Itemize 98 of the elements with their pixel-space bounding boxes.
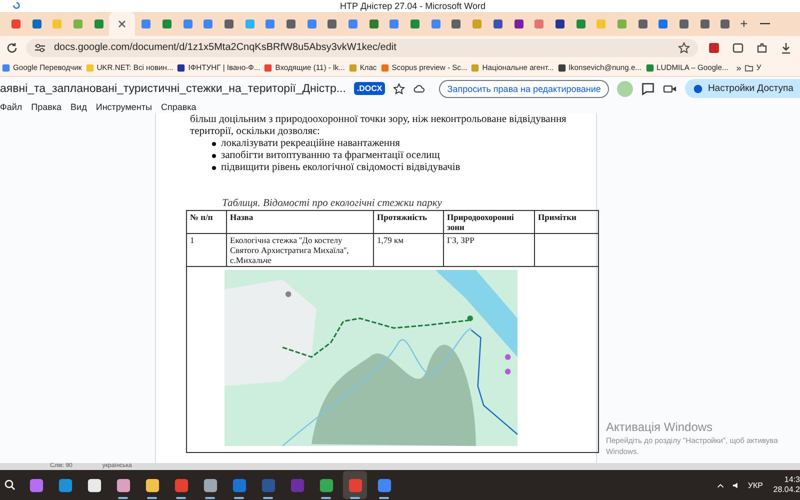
app-icon [348, 478, 362, 493]
favicon-icon [679, 18, 689, 29]
request-edit-button[interactable]: Запросить права на редактирование [439, 80, 609, 98]
favicon-icon [11, 18, 21, 29]
paragraph-line: території, оскільки дозволяє: [189, 126, 321, 138]
table-header-cell: Примітки [534, 210, 598, 234]
app-icon [144, 478, 160, 493]
table-header-cell: Назва [226, 210, 374, 234]
favicon-icon [514, 18, 524, 29]
favicon-icon [94, 18, 104, 29]
favicon-icon [162, 18, 172, 29]
app-icon [116, 478, 130, 493]
comment-icon[interactable] [640, 82, 655, 96]
new-tab-button[interactable]: + [740, 16, 748, 32]
favicon-icon [244, 18, 255, 29]
favicon-icon [327, 18, 338, 29]
app-icon [12, 1, 21, 10]
reload-icon[interactable] [6, 42, 18, 54]
address-field[interactable]: docs.google.com/document/d/1z1x5Mta2CnqKsBRfW8u5Absy3vkW1kec/edit [26, 38, 698, 57]
favicon-icon [596, 18, 606, 29]
table-cell: ГЗ, ЗРР [444, 233, 534, 266]
extension-icon[interactable] [708, 42, 720, 54]
bullet-text: локалізувати рекреаційне навантаження [221, 138, 400, 150]
favicon-icon [576, 18, 586, 29]
app-icon [58, 478, 72, 493]
bullet-text: запобігти витоптуванню та фрагментації оселищ [221, 150, 440, 162]
favicon-icon [700, 18, 710, 29]
bullet-icon [212, 154, 216, 158]
favicon-icon [554, 18, 565, 29]
app-icon [260, 478, 276, 493]
keyboard-language[interactable]: УКР [748, 480, 763, 490]
favicon-icon [720, 18, 730, 29]
browser-tab[interactable] [109, 12, 136, 36]
cloud-icon[interactable] [413, 82, 426, 95]
app-icon [290, 478, 304, 493]
menu-item[interactable]: Инструменты [96, 102, 152, 112]
favicon-icon [430, 18, 441, 29]
activation-title: Активація Windows [606, 420, 714, 435]
menu-item[interactable]: Справка [160, 102, 196, 112]
close-icon[interactable] [117, 18, 128, 29]
window-title: НТР Дністер 27.04 - Microsoft Word [340, 0, 486, 11]
table-cell: 1,79 км [374, 233, 444, 266]
app-icon [174, 478, 188, 493]
favicon-icon [286, 18, 296, 29]
table-cell: 1 [186, 233, 226, 266]
favicon-icon [658, 18, 668, 29]
puzzle-icon[interactable] [756, 42, 768, 54]
app-icon [28, 478, 44, 493]
document-title[interactable]: аявні_та_заплановані_туристичні_стежки_на_території_Дністр... [0, 82, 346, 95]
favicon-icon [472, 18, 482, 29]
favicon-icon [306, 18, 317, 29]
taskbar-app[interactable] [343, 471, 367, 500]
app-icon [86, 478, 102, 493]
menu-item[interactable]: Вид [70, 102, 87, 112]
favicon-icon [451, 18, 462, 29]
app-icon [202, 478, 218, 493]
favicon-icon [410, 18, 420, 29]
share-button[interactable]: Настройки Доступа [684, 79, 800, 98]
favicon-icon [265, 18, 276, 29]
favicon-icon [492, 18, 503, 29]
favicon-icon [534, 18, 544, 29]
star-icon[interactable] [678, 42, 690, 54]
table-caption: Таблиця. Відомості про екологічні стежки парку [221, 198, 443, 210]
favicon-icon [638, 18, 648, 29]
bullet-icon [212, 166, 216, 170]
file-type-badge: .DOCX [354, 82, 386, 96]
table-header-cell: № п/п [186, 210, 226, 234]
folder-icon [745, 64, 754, 72]
table-header-cell: Природоохоронні зони [444, 210, 534, 234]
favicon-icon [32, 18, 42, 29]
favicon-icon [389, 18, 400, 29]
favicon-icon [368, 18, 379, 29]
app-icon [318, 478, 334, 493]
favicon-icon [141, 18, 152, 29]
app-icon [376, 478, 392, 493]
search-icon[interactable] [4, 479, 16, 492]
menu-item[interactable]: Правка [31, 102, 62, 112]
app-icon [232, 478, 246, 493]
table-header-cell: Протяжність [374, 210, 444, 234]
tune-icon[interactable] [34, 42, 46, 54]
table-cell: Екологічна стежка ''До костелу Святого Архистратига Михаїла'', с.Михальче [226, 233, 374, 266]
clock[interactable]: 14:3 28.04.2 [770, 475, 800, 496]
favicon-icon [616, 18, 627, 29]
favicon-icon [224, 18, 234, 29]
favicon-icon [348, 18, 358, 29]
extension-icon[interactable] [732, 42, 744, 54]
star-icon[interactable] [393, 82, 406, 95]
bullet-icon [212, 142, 216, 146]
menu-item[interactable]: Файл [0, 102, 22, 112]
download-icon[interactable] [780, 42, 792, 54]
favicon-icon [73, 18, 84, 29]
more-bookmarks-button[interactable]: » [736, 62, 742, 73]
favicon-icon [52, 18, 62, 29]
favicon-icon [203, 18, 214, 29]
bullet-text: підвищити рівень екологічної свідомості відвідувачів [221, 162, 460, 174]
minimize-icon[interactable] [760, 22, 770, 25]
favicon-icon [182, 18, 192, 29]
globe-icon [692, 84, 703, 94]
